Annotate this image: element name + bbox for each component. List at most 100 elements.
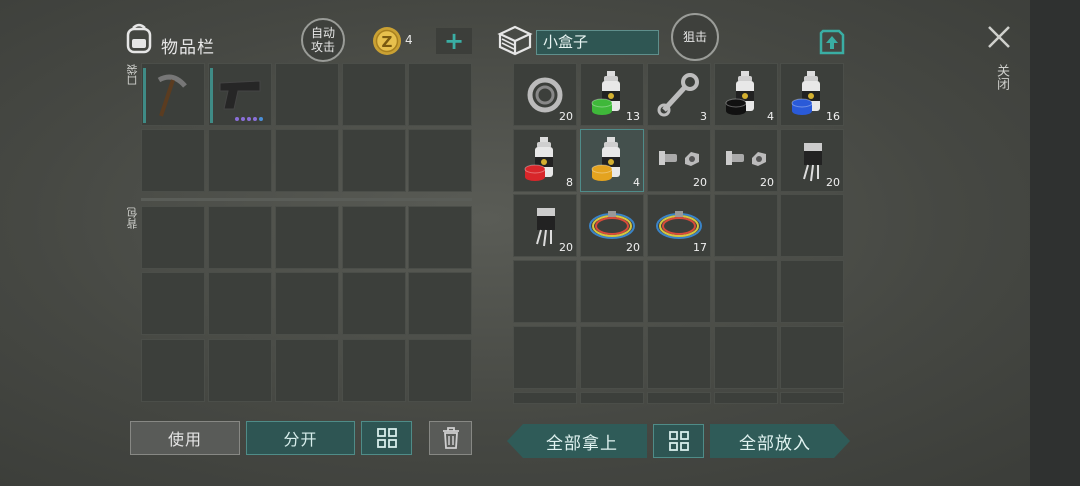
auto-attack-button[interactable]: 自动 攻击: [301, 18, 345, 62]
item-quantity: 20: [626, 241, 640, 254]
add-icon: +: [443, 27, 465, 55]
add-coins-button[interactable]: +: [436, 28, 472, 54]
container-slot[interactable]: [714, 326, 778, 389]
container-slot[interactable]: [580, 260, 644, 323]
item-quantity: 16: [826, 110, 840, 123]
pocket-label: 口袋: [126, 64, 139, 86]
container-slot[interactable]: 4: [580, 129, 644, 192]
attachment-dot: [247, 117, 251, 121]
container-slot[interactable]: 4: [714, 63, 778, 126]
backpack-slot[interactable]: [408, 272, 472, 335]
container-slot[interactable]: [780, 194, 844, 257]
container-slot[interactable]: 20: [580, 194, 644, 257]
backpack-slot[interactable]: [208, 272, 272, 335]
item-quantity: 4: [767, 110, 774, 123]
backpack-slot[interactable]: [275, 272, 339, 335]
backpack-slot[interactable]: [342, 272, 406, 335]
item-quantity: 20: [559, 110, 573, 123]
item-quantity: 8: [566, 176, 573, 189]
container-slot[interactable]: [580, 326, 644, 389]
container-slot[interactable]: 16: [780, 63, 844, 126]
container-slot[interactable]: [647, 326, 711, 389]
container-slot[interactable]: 20: [647, 129, 711, 192]
trash-button[interactable]: [429, 421, 472, 455]
attachment-dot: [253, 117, 257, 121]
attachment-dots: [235, 117, 263, 121]
sort-container-button[interactable]: [653, 424, 704, 458]
pocket-slot[interactable]: [208, 63, 272, 126]
container-slot[interactable]: [714, 194, 778, 257]
pistol-icon: [209, 64, 271, 125]
take-all-button[interactable]: 全部拿上: [507, 424, 647, 458]
upload-button[interactable]: [817, 27, 847, 57]
item-quantity: 13: [626, 110, 640, 123]
pocket-slot[interactable]: [408, 63, 472, 126]
snipe-button[interactable]: 狙击: [671, 13, 719, 61]
coin-count: 4: [405, 33, 413, 47]
backpack-slot[interactable]: [141, 206, 205, 269]
container-name-field[interactable]: 小盒子: [536, 30, 659, 55]
split-button[interactable]: 分开: [246, 421, 355, 455]
take-all-label: 全部拿上: [546, 433, 618, 454]
grid-sort-icon: [376, 428, 397, 448]
container-slot[interactable]: 20: [513, 63, 577, 126]
backpack-icon: [124, 22, 154, 54]
backpack-slot[interactable]: [408, 339, 472, 402]
container-slot[interactable]: 17: [647, 194, 711, 257]
attachment-dot: [259, 117, 263, 121]
box-icon: [497, 24, 533, 56]
durability-bar: [210, 68, 213, 123]
snipe-label: 狙击: [682, 30, 707, 44]
auto-attack-label: 自动 攻击: [310, 26, 335, 54]
container-slot[interactable]: [714, 260, 778, 323]
backpack-slot[interactable]: [275, 339, 339, 402]
backpack-slot[interactable]: [408, 206, 472, 269]
container-slot[interactable]: [780, 260, 844, 323]
item-quantity: 4: [633, 176, 640, 189]
durability-bar: [143, 68, 146, 123]
container-slot[interactable]: [647, 260, 711, 323]
container-slot[interactable]: [513, 326, 577, 389]
container-slot[interactable]: [780, 392, 844, 404]
pocket-slot[interactable]: [408, 129, 472, 192]
container-slot[interactable]: 20: [714, 129, 778, 192]
pocket-slot[interactable]: [342, 129, 406, 192]
svg-text:Z: Z: [382, 33, 393, 51]
item-quantity: 3: [700, 110, 707, 123]
trash-icon: [442, 427, 459, 449]
container-slot[interactable]: [780, 326, 844, 389]
backpack-slot[interactable]: [141, 272, 205, 335]
container-slot[interactable]: [647, 392, 711, 404]
pocket-slot[interactable]: [141, 63, 205, 126]
container-slot[interactable]: [580, 392, 644, 404]
container-slot[interactable]: [513, 392, 577, 404]
container-slot[interactable]: 20: [780, 129, 844, 192]
backpack-slot[interactable]: [141, 339, 205, 402]
container-slot[interactable]: 3: [647, 63, 711, 126]
container-slot[interactable]: [513, 260, 577, 323]
container-slot[interactable]: [714, 392, 778, 404]
container-slot[interactable]: 13: [580, 63, 644, 126]
backpack-slot[interactable]: [275, 206, 339, 269]
backpack-slot[interactable]: [342, 339, 406, 402]
container-slot[interactable]: 8: [513, 129, 577, 192]
backpack-slot[interactable]: [208, 206, 272, 269]
pocket-slot[interactable]: [208, 129, 272, 192]
pocket-slot[interactable]: [342, 63, 406, 126]
container-slot[interactable]: 20: [513, 194, 577, 257]
pocket-slot[interactable]: [275, 63, 339, 126]
coin-icon: Z: [372, 26, 402, 56]
pocket-slot[interactable]: [275, 129, 339, 192]
close-button[interactable]: 关闭: [984, 22, 1014, 102]
pocket-backpack-divider: [141, 198, 472, 201]
sort-inventory-button[interactable]: [361, 421, 412, 455]
put-all-button[interactable]: 全部放入: [710, 424, 850, 458]
inventory-title: 物品栏: [161, 38, 215, 58]
attachment-dot: [235, 117, 239, 121]
use-button[interactable]: 使用: [130, 421, 240, 455]
backpack-slot[interactable]: [208, 339, 272, 402]
item-quantity: 20: [826, 176, 840, 189]
backpack-label: 背包: [126, 207, 139, 229]
pocket-slot[interactable]: [141, 129, 205, 192]
backpack-slot[interactable]: [342, 206, 406, 269]
